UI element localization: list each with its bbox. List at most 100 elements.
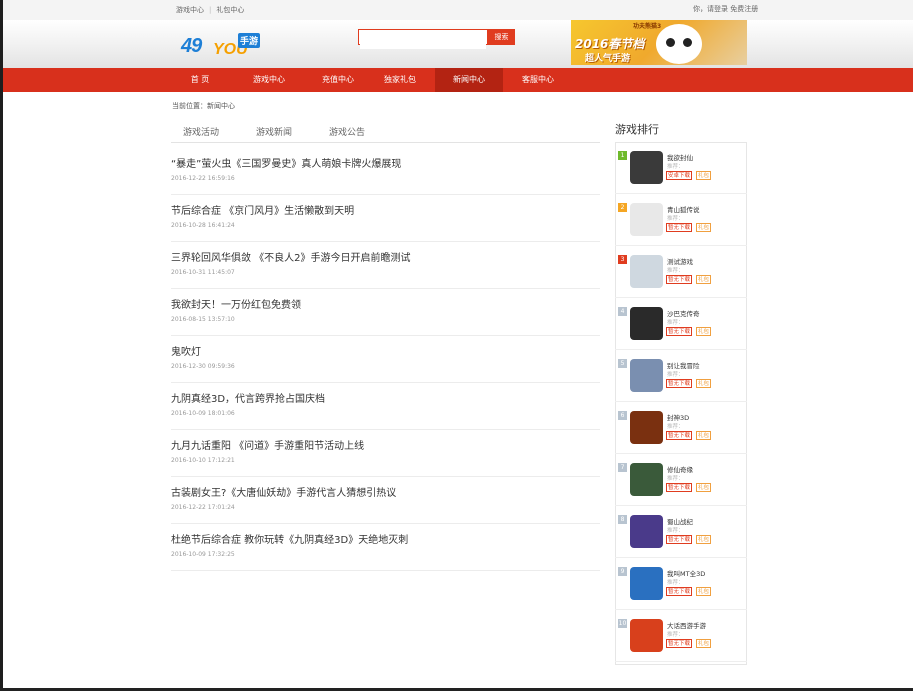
game-recommend: 推荐： bbox=[667, 580, 684, 586]
rank-number: 5 bbox=[618, 359, 627, 368]
news-title[interactable]: 九月九话重阳 《问道》手游重阳节活动上线 bbox=[171, 437, 364, 452]
top-link-game-center[interactable]: 游戏中心 bbox=[176, 6, 204, 14]
download-button[interactable]: 暂无下载 bbox=[666, 431, 692, 440]
news-item: 九阴真经3D，代言跨界抢占国庆档 2016-10-09 18:01:06 bbox=[171, 383, 600, 430]
game-icon[interactable] bbox=[630, 411, 663, 444]
gift-button[interactable]: 礼包 bbox=[696, 587, 711, 596]
download-button[interactable]: 暂无下载 bbox=[666, 587, 692, 596]
game-icon[interactable] bbox=[630, 463, 663, 496]
gift-button[interactable]: 礼包 bbox=[696, 379, 711, 388]
breadcrumb: 当前位置：新闻中心 bbox=[172, 102, 235, 110]
nav-item-gifts[interactable]: 独家礼包 bbox=[366, 68, 434, 92]
game-name[interactable]: 蜀山战纪 bbox=[667, 516, 693, 526]
tab-game-notice[interactable]: 游戏公告 bbox=[329, 125, 365, 138]
game-name[interactable]: 我欲封仙 bbox=[667, 152, 693, 162]
banner-subtitle: 超人气手游 bbox=[585, 54, 631, 64]
download-button[interactable]: 暂无下载 bbox=[666, 535, 692, 544]
news-item: 九月九话重阳 《问道》手游重阳节活动上线 2016-10-10 17:12:21 bbox=[171, 430, 600, 477]
download-button[interactable]: 暂无下载 bbox=[666, 223, 692, 232]
gift-button[interactable]: 礼包 bbox=[696, 223, 711, 232]
news-title[interactable]: 三界轮回风华俱敛 《不良人2》手游今日开启前瞻测试 bbox=[171, 249, 411, 264]
game-recommend: 推荐： bbox=[667, 632, 684, 638]
game-icon[interactable] bbox=[630, 359, 663, 392]
login-register-link[interactable]: 你，请登录 免费注册 bbox=[693, 4, 758, 14]
news-title[interactable]: “暴走”萤火虫《三国罗曼史》真人萌娘卡牌火爆展现 bbox=[171, 155, 401, 170]
search-input[interactable] bbox=[360, 36, 486, 49]
tab-game-activity[interactable]: 游戏活动 bbox=[183, 125, 219, 138]
game-name[interactable]: 青山狐传说 bbox=[667, 204, 700, 214]
download-button[interactable]: 安卓下载 bbox=[666, 171, 692, 180]
game-recommend: 推荐： bbox=[667, 268, 684, 274]
gift-button[interactable]: 礼包 bbox=[696, 327, 711, 336]
game-name[interactable]: 修仙奇缘 bbox=[667, 464, 693, 474]
site-logo[interactable]: 49 YOU 手游 bbox=[181, 33, 261, 59]
news-title[interactable]: 鬼吹灯 bbox=[171, 343, 201, 358]
game-name[interactable]: 我叫MT全3D bbox=[667, 568, 705, 578]
game-name[interactable]: 测试游戏 bbox=[667, 256, 693, 266]
download-button[interactable]: 暂无下载 bbox=[666, 483, 692, 492]
nav-item-service[interactable]: 客服中心 bbox=[504, 68, 572, 92]
news-title[interactable]: 杜绝节后综合症 教你玩转《九阴真经3D》天绝地灭刺 bbox=[171, 531, 408, 546]
gift-button[interactable]: 礼包 bbox=[696, 431, 711, 440]
top-link-gift-center[interactable]: 礼包中心 bbox=[216, 6, 244, 14]
ranking-item: 8 蜀山战纪 推荐： 暂无下载 礼包 bbox=[615, 506, 747, 558]
search-button[interactable]: 搜索 bbox=[488, 29, 515, 45]
game-name[interactable]: 大话西游手游 bbox=[667, 620, 706, 630]
game-icon[interactable] bbox=[630, 619, 663, 652]
game-name[interactable]: 别让我冒险 bbox=[667, 360, 700, 370]
download-button[interactable]: 暂无下载 bbox=[666, 327, 692, 336]
download-button[interactable]: 暂无下载 bbox=[666, 275, 692, 284]
gift-button[interactable]: 礼包 bbox=[696, 171, 711, 180]
news-date: 2016-12-22 16:59:16 bbox=[171, 175, 235, 182]
ranking-item: 4 沙巴克传奇 推荐： 暂无下载 礼包 bbox=[615, 298, 747, 350]
game-name[interactable]: 沙巴克传奇 bbox=[667, 308, 700, 318]
game-icon[interactable] bbox=[630, 567, 663, 600]
top-bar: 游戏中心 | 礼包中心 你，请登录 免费注册 bbox=[3, 0, 913, 21]
game-recommend: 推荐： bbox=[667, 528, 684, 534]
news-date: 2016-10-31 11:45:07 bbox=[171, 269, 235, 276]
rank-number: 3 bbox=[618, 255, 627, 264]
ranking-item: 2 青山狐传说 推荐： 暂无下载 礼包 bbox=[615, 194, 747, 246]
rank-number: 6 bbox=[618, 411, 627, 420]
nav-item-news[interactable]: 新闻中心 bbox=[435, 68, 503, 92]
news-title[interactable]: 节后综合症 《京门风月》生活懒散到天明 bbox=[171, 202, 354, 217]
game-name[interactable]: 封神3D bbox=[667, 412, 689, 422]
gift-button[interactable]: 礼包 bbox=[696, 535, 711, 544]
ranking-item: 6 封神3D 推荐： 暂无下载 礼包 bbox=[615, 402, 747, 454]
search-box bbox=[358, 29, 488, 49]
nav-item-home[interactable]: 首 页 bbox=[166, 68, 234, 92]
panda-image bbox=[656, 24, 702, 64]
promo-banner[interactable]: 功夫熊猫3 2016春节档 超人气手游 bbox=[571, 20, 747, 65]
news-title[interactable]: 九阴真经3D，代言跨界抢占国庆档 bbox=[171, 390, 325, 405]
game-icon[interactable] bbox=[630, 151, 663, 184]
news-date: 2016-12-30 09:59:36 bbox=[171, 363, 235, 370]
gift-button[interactable]: 礼包 bbox=[696, 275, 711, 284]
news-item: 杜绝节后综合症 教你玩转《九阴真经3D》天绝地灭刺 2016-10-09 17:… bbox=[171, 524, 600, 571]
news-title[interactable]: 我欲封天！一万份红包免费领 bbox=[171, 296, 301, 311]
news-item: 节后综合症 《京门风月》生活懒散到天明 2016-10-28 16:41:24 bbox=[171, 195, 600, 242]
news-date: 2016-10-09 17:32:25 bbox=[171, 551, 235, 558]
game-icon[interactable] bbox=[630, 307, 663, 340]
ranking-item: 10 大话西游手游 推荐： 暂无下载 礼包 bbox=[615, 610, 747, 662]
game-recommend: 推荐： bbox=[667, 476, 684, 482]
rank-number: 10 bbox=[618, 619, 627, 628]
ranking-item: 7 修仙奇缘 推荐： 暂无下载 礼包 bbox=[615, 454, 747, 506]
rank-number: 4 bbox=[618, 307, 627, 316]
game-recommend: 推荐： bbox=[667, 372, 684, 378]
game-icon[interactable] bbox=[630, 255, 663, 288]
rank-number: 1 bbox=[618, 151, 627, 160]
download-button[interactable]: 暂无下载 bbox=[666, 639, 692, 648]
gift-button[interactable]: 礼包 bbox=[696, 483, 711, 492]
gift-button[interactable]: 礼包 bbox=[696, 639, 711, 648]
rank-number: 9 bbox=[618, 567, 627, 576]
tab-game-news[interactable]: 游戏新闻 bbox=[256, 125, 292, 138]
game-icon[interactable] bbox=[630, 203, 663, 236]
ranking-item: 5 别让我冒险 推荐： 暂无下载 礼包 bbox=[615, 350, 747, 402]
nav-item-game-center[interactable]: 游戏中心 bbox=[235, 68, 303, 92]
ranking-item: 9 我叫MT全3D 推荐： 暂无下载 礼包 bbox=[615, 558, 747, 610]
download-button[interactable]: 暂无下载 bbox=[666, 379, 692, 388]
nav-item-recharge[interactable]: 充值中心 bbox=[304, 68, 372, 92]
news-title[interactable]: 古装剧女王?《大唐仙妖劫》手游代言人猜想引热议 bbox=[171, 484, 396, 499]
game-icon[interactable] bbox=[630, 515, 663, 548]
news-item: 我欲封天！一万份红包免费领 2016-08-15 13:57:10 bbox=[171, 289, 600, 336]
